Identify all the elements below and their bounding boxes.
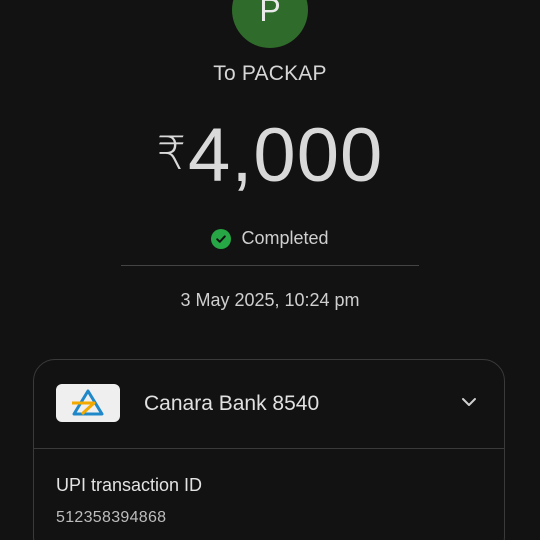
bank-account-row[interactable]: Canara Bank 8540: [34, 360, 504, 449]
payment-amount: ₹ 4,000: [0, 118, 540, 194]
chevron-down-icon[interactable]: [460, 393, 478, 411]
bank-name: Canara Bank 8540: [144, 392, 320, 415]
status-row: Completed: [0, 228, 540, 249]
status-text: Completed: [241, 228, 329, 248]
payee-avatar: P: [232, 0, 308, 48]
payee-name: To PACKAP: [213, 62, 327, 85]
canara-bank-logo: [56, 384, 120, 422]
divider: [121, 265, 419, 266]
avatar-letter: P: [259, 0, 281, 28]
account-card: Canara Bank 8540 UPI transaction ID 5123…: [33, 359, 505, 540]
currency-symbol: ₹: [156, 127, 187, 179]
transaction-datetime: 3 May 2025, 10:24 pm: [180, 290, 360, 310]
payment-details-screen: P To PACKAP ₹ 4,000 Completed 3 May 2025…: [0, 0, 540, 540]
amount-value: 4,000: [188, 113, 384, 198]
upi-transaction-id-value: 512358394868: [56, 509, 167, 526]
upi-transaction-id-label: UPI transaction ID: [56, 475, 203, 495]
check-circle-icon: [211, 228, 232, 249]
